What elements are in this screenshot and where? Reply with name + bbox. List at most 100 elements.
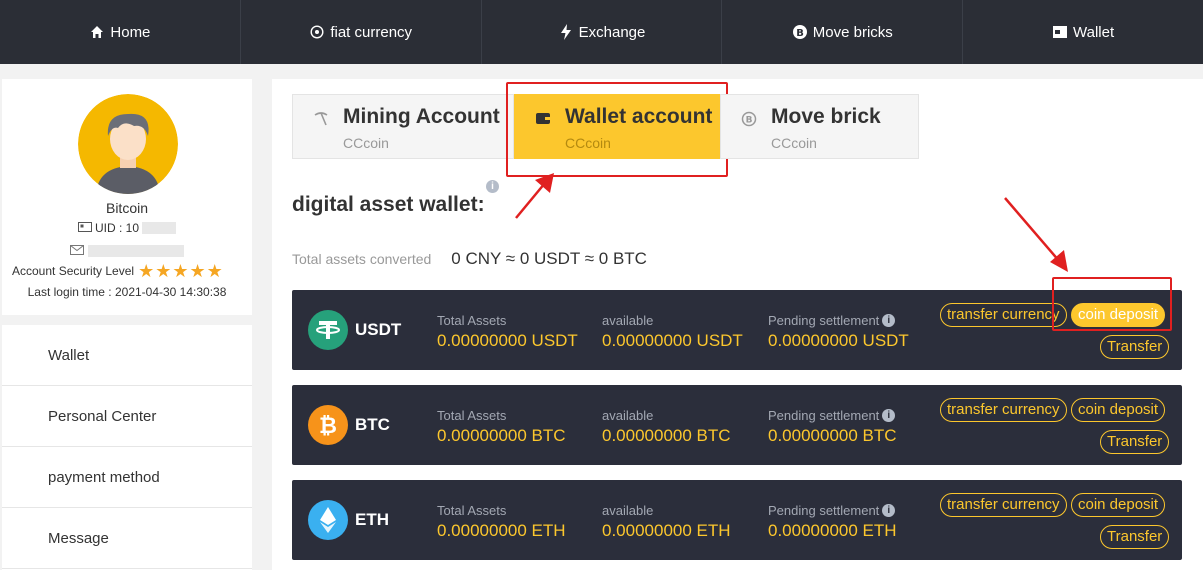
tab-move-brick[interactable]: B Move brick CCcoin — [720, 94, 919, 159]
sidebar-item-label: Personal Center — [48, 407, 157, 425]
pending-label-row: Pending settlement i — [768, 408, 897, 423]
asset-row-usdt: USDT Total Assets 0.00000000 USDT availa… — [292, 290, 1182, 370]
ethereum-icon — [308, 500, 348, 540]
nav-exchange[interactable]: Exchange — [482, 0, 723, 64]
transfer-button[interactable]: Transfer — [1100, 335, 1170, 359]
tab-subtitle: CCcoin — [565, 135, 611, 151]
profile-card: Bitcoin UID : 10 Account Security Level … — [2, 79, 252, 315]
coin-deposit-button[interactable]: coin deposit — [1071, 303, 1166, 327]
pending-value: 0.00000000 ETH — [768, 521, 897, 540]
transfer-button[interactable]: Transfer — [1100, 525, 1170, 549]
total-label: Total assets converted — [292, 251, 432, 267]
uid-text: UID : 10 — [94, 221, 139, 235]
asset-row-eth: ETH Total Assets 0.00000000 ETH availabl… — [292, 480, 1182, 560]
available-label: available — [602, 313, 654, 328]
sidebar-item-wallet[interactable]: Wallet — [2, 325, 252, 386]
page-title: digital asset wallet: — [292, 193, 485, 216]
wallet-icon — [535, 111, 551, 127]
total-assets-col: Total Assets 0.00000000 ETH — [437, 503, 566, 541]
coin-name: USDT — [355, 320, 402, 339]
coin-deposit-button[interactable]: coin deposit — [1071, 398, 1166, 422]
available-value: 0.00000000 ETH — [602, 521, 731, 540]
tab-mining-account[interactable]: Mining Account CCcoin — [292, 94, 514, 159]
mail-icon — [70, 242, 84, 260]
pickaxe-icon — [313, 111, 329, 127]
star-rating: ★★★★★ — [138, 261, 224, 281]
total-assets-col: Total Assets 0.00000000 USDT — [437, 313, 578, 351]
nav-wallet-label: Wallet — [1073, 23, 1115, 41]
total-assets-col: Total Assets 0.00000000 BTC — [437, 408, 566, 446]
info-icon[interactable]: i — [486, 180, 499, 193]
pending-label-row: Pending settlement i — [768, 313, 909, 328]
pending-value: 0.00000000 BTC — [768, 426, 897, 445]
info-icon[interactable]: i — [882, 409, 896, 422]
nav-move-bricks[interactable]: B Move bricks — [722, 0, 964, 64]
nav-exchange-label: Exchange — [578, 23, 646, 41]
security-label: Account Security Level — [12, 264, 135, 278]
nav-wallet[interactable]: Wallet — [963, 0, 1203, 64]
available-label: available — [602, 408, 654, 423]
last-login: Last login time : 2021-04-30 14:30:38 — [27, 285, 227, 299]
available-value: 0.00000000 BTC — [602, 426, 731, 445]
tab-subtitle: CCcoin — [771, 135, 817, 151]
wallet-icon — [1052, 24, 1068, 40]
profile-name: Bitcoin — [105, 200, 149, 216]
svg-text:₿: ₿ — [319, 414, 337, 439]
transfer-currency-button[interactable]: transfer currency — [940, 398, 1067, 422]
total-assets-label: Total Assets — [437, 408, 507, 423]
total-assets-value: 0.00000000 ETH — [437, 521, 566, 540]
main-panel: Mining Account CCcoin Wallet account CCc… — [272, 79, 1203, 570]
bitcoin-icon: ₿ — [308, 405, 348, 445]
info-icon[interactable]: i — [882, 314, 896, 327]
pending-col: Pending settlement i 0.00000000 BTC — [768, 408, 897, 446]
sidebar-item-payment-method[interactable]: payment method — [2, 447, 252, 508]
transfer-button[interactable]: Transfer — [1100, 430, 1170, 454]
pending-label: Pending settlement — [768, 503, 880, 518]
available-col: available 0.00000000 ETH — [602, 503, 731, 541]
uid-redacted — [142, 222, 176, 234]
bitcoin-icon: B — [792, 24, 808, 40]
info-icon[interactable]: i — [882, 504, 896, 517]
coin-deposit-button[interactable]: coin deposit — [1071, 493, 1166, 517]
nav-fiat-label: fiat currency — [330, 23, 413, 41]
tab-title: Move brick — [771, 105, 881, 128]
sidebar-item-label: Wallet — [48, 346, 90, 364]
transfer-currency-button[interactable]: transfer currency — [940, 303, 1067, 327]
uid-row: UID : 10 — [2, 221, 252, 235]
pending-label-row: Pending settlement i — [768, 503, 897, 518]
email-row — [2, 242, 252, 260]
email-redacted — [88, 245, 184, 257]
available-col: available 0.00000000 USDT — [602, 313, 743, 351]
sidebar-item-personal-center[interactable]: Personal Center — [2, 386, 252, 447]
nav-fiat-currency[interactable]: fiat currency — [241, 0, 482, 64]
total-assets-label: Total Assets — [437, 313, 507, 328]
home-icon — [89, 24, 105, 40]
lightning-icon — [558, 24, 574, 40]
fiat-icon — [309, 24, 325, 40]
pending-col: Pending settlement i 0.00000000 USDT — [768, 313, 909, 351]
nav-home[interactable]: Home — [0, 0, 241, 64]
top-nav: Home fiat currency Exchange B Move brick… — [0, 0, 1203, 64]
avatar[interactable] — [78, 94, 178, 194]
total-assets-value: 0.00000000 USDT — [437, 331, 578, 350]
nav-move-bricks-label: Move bricks — [812, 23, 893, 41]
tab-wallet-account[interactable]: Wallet account CCcoin — [506, 82, 728, 177]
tether-icon — [308, 310, 348, 350]
available-label: available — [602, 503, 654, 518]
total-assets-summary: Total assets converted 0 CNY ≈ 0 USDT ≈ … — [292, 249, 647, 269]
coin-name: BTC — [355, 415, 390, 434]
sidebar-item-message[interactable]: Message — [2, 508, 252, 569]
available-col: available 0.00000000 BTC — [602, 408, 731, 446]
total-value: 0 CNY ≈ 0 USDT ≈ 0 BTC — [451, 249, 647, 268]
nav-home-label: Home — [110, 23, 151, 41]
security-level: Account Security Level ★★★★★ — [12, 262, 252, 280]
transfer-currency-button[interactable]: transfer currency — [940, 493, 1067, 517]
asset-row-btc: ₿ BTC Total Assets 0.00000000 BTC availa… — [292, 385, 1182, 465]
coin-icon: B — [741, 111, 757, 127]
total-assets-value: 0.00000000 BTC — [437, 426, 566, 445]
sidebar-item-label: payment method — [48, 468, 160, 486]
tab-title: Mining Account — [343, 105, 500, 128]
pending-label: Pending settlement — [768, 313, 880, 328]
tab-title: Wallet account — [565, 105, 713, 128]
total-assets-label: Total Assets — [437, 503, 507, 518]
